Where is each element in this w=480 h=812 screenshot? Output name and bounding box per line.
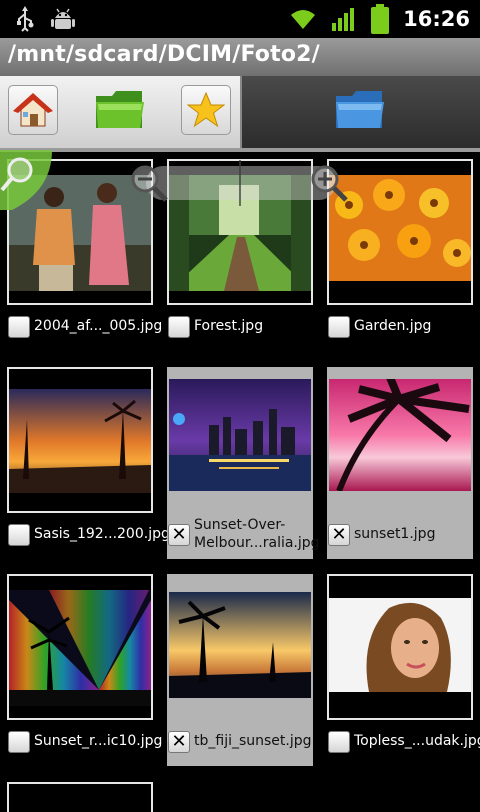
toolbar-right — [240, 76, 480, 148]
select-checkbox-checked[interactable]: ✕ — [168, 731, 190, 753]
file-tile[interactable]: Sasis_192...200.jpg — [0, 360, 170, 566]
thumbnail-image — [329, 379, 471, 491]
select-checkbox[interactable] — [328, 316, 350, 338]
thumbnail[interactable] — [167, 574, 313, 720]
file-name: Topless_...udak.jpg — [354, 733, 480, 749]
thumbnail-image — [9, 590, 151, 706]
zoom-controls — [128, 160, 352, 206]
file-grid: 2004_af..._005.jpg Forest.jpg Garden.jpg… — [0, 152, 480, 812]
path-bar: /mnt/sdcard/DCIM/Foto2/ — [0, 38, 480, 76]
thumbnail[interactable] — [7, 367, 153, 513]
thumbnail[interactable] — [327, 367, 473, 513]
status-bar: 16:26 — [0, 0, 480, 38]
toolbar-left — [0, 76, 240, 148]
select-checkbox[interactable] — [8, 316, 30, 338]
file-name: Sasis_192...200.jpg — [34, 526, 170, 542]
select-checkbox[interactable] — [8, 524, 30, 546]
home-button[interactable] — [8, 85, 58, 135]
folder-button-green[interactable] — [90, 82, 150, 138]
select-checkbox[interactable] — [168, 316, 190, 338]
file-name: Sunset-Over-Melbour...ralia.jpg — [194, 517, 320, 551]
home-icon — [13, 93, 53, 127]
thumbnail-image — [169, 592, 311, 698]
thumbnail[interactable] — [167, 367, 313, 513]
file-name: Garden.jpg — [354, 318, 432, 334]
zoom-divider — [239, 160, 241, 206]
zoom-in-icon[interactable] — [308, 162, 350, 204]
battery-icon — [371, 4, 390, 34]
folder-button-blue[interactable] — [330, 82, 390, 138]
file-tile[interactable]: Sunset_r...ic10.jpg — [0, 567, 163, 773]
file-tile[interactable]: ✕ tb_fiji_sunset.jpg — [160, 567, 320, 773]
file-tile-partial[interactable] — [7, 782, 153, 812]
file-name: Sunset_r...ic10.jpg — [34, 733, 163, 749]
select-checkbox[interactable] — [328, 731, 350, 753]
file-tile[interactable]: ✕ Sunset-Over-Melbour...ralia.jpg — [160, 360, 320, 566]
thumbnail-image — [329, 598, 471, 692]
usb-icon — [17, 6, 34, 32]
thumbnail[interactable] — [7, 574, 153, 720]
file-tile[interactable]: ✕ sunset1.jpg — [320, 360, 480, 566]
select-checkbox-checked[interactable]: ✕ — [328, 524, 350, 546]
search-icon[interactable] — [0, 150, 52, 210]
thumbnail-image — [9, 389, 151, 493]
current-path: /mnt/sdcard/DCIM/Foto2/ — [8, 42, 320, 67]
zoom-out-icon[interactable] — [128, 162, 170, 204]
thumbnail[interactable] — [327, 574, 473, 720]
select-checkbox[interactable] — [8, 731, 30, 753]
signal-icon — [332, 8, 355, 31]
file-name: tb_fiji_sunset.jpg — [194, 733, 312, 749]
favorites-button[interactable] — [181, 85, 231, 135]
wifi-icon — [291, 10, 316, 29]
select-checkbox-checked[interactable]: ✕ — [168, 524, 190, 546]
android-debug-icon — [51, 8, 75, 29]
clock: 16:26 — [403, 7, 470, 31]
toolbar — [0, 76, 480, 148]
file-name: 2004_af..._005.jpg — [34, 318, 163, 334]
file-name: Forest.jpg — [194, 318, 264, 334]
star-icon — [187, 91, 225, 128]
folder-green-icon — [96, 91, 144, 128]
file-tile[interactable]: Topless_...udak.jpg — [320, 567, 480, 773]
thumbnail-image — [169, 379, 311, 491]
folder-blue-icon — [336, 91, 384, 128]
file-name: sunset1.jpg — [354, 526, 436, 542]
